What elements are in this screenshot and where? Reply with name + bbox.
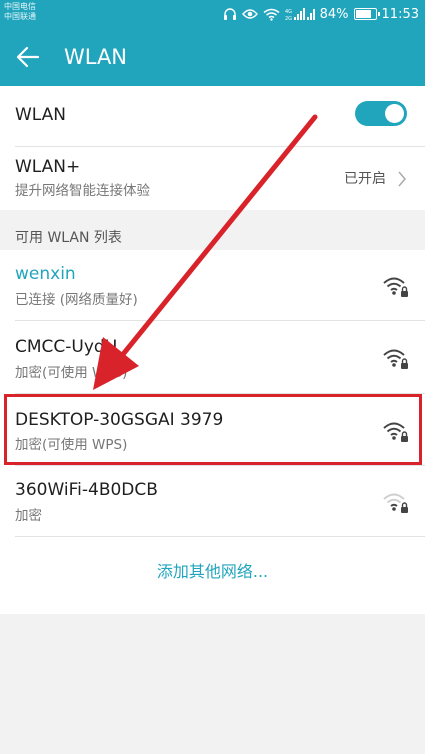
status-time: 11:53	[381, 6, 419, 22]
add-network-button[interactable]: 添加其他网络...	[0, 562, 425, 582]
signal-icon: 4G 2G	[285, 7, 315, 21]
wlan-plus-title: WLAN+	[15, 157, 81, 177]
status-icons: 4G 2G 84% 11:53	[223, 5, 419, 23]
network-item-360wifi[interactable]: 360WiFi-4B0DCB 加密	[0, 466, 425, 536]
app-header: 中国电信 中国联通 4G 2G 84% 11:53 WLAN	[0, 0, 425, 86]
network-item-wenxin[interactable]: wenxin 已连接 (网络质量好)	[0, 250, 425, 320]
battery-level	[355, 10, 372, 18]
switch-knob	[385, 104, 404, 123]
network-name: wenxin	[15, 264, 76, 284]
wifi-locked-icon	[383, 277, 408, 297]
wlan-toggle-label: WLAN	[15, 105, 67, 125]
wifi-locked-icon	[383, 349, 408, 369]
network-name: 360WiFi-4B0DCB	[15, 480, 158, 500]
status-bar: 中国电信 中国联通 4G 2G 84% 11:53	[0, 0, 425, 28]
wifi-weak-locked-icon	[383, 493, 408, 513]
network-status: 加密(可使用 WPS)	[15, 365, 128, 381]
network-name: CMCC-UydU	[15, 337, 118, 357]
battery-percent: 84%	[319, 6, 349, 22]
chevron-right-icon	[398, 171, 406, 187]
carrier-1: 中国电信	[4, 2, 36, 11]
divider	[15, 536, 425, 537]
back-arrow-icon[interactable]	[14, 43, 42, 71]
network-status: 已连接 (网络质量好)	[15, 292, 138, 308]
svg-text:2G: 2G	[285, 16, 292, 21]
svg-text:4G: 4G	[285, 9, 292, 15]
wifi-status-icon	[263, 8, 280, 21]
page-title: WLAN	[64, 45, 128, 69]
wlan-switch[interactable]	[355, 101, 407, 126]
network-item-cmcc[interactable]: CMCC-UydU 加密(可使用 WPS)	[0, 321, 425, 393]
battery-icon	[353, 8, 380, 20]
wlan-plus-subtitle: 提升网络智能连接体验	[15, 183, 150, 199]
network-status: 加密	[15, 508, 42, 524]
carrier-2: 中国联通	[4, 12, 36, 21]
section-header: 可用 WLAN 列表	[15, 230, 122, 246]
highlight-box	[4, 394, 422, 465]
wlan-plus-status: 已开启	[344, 171, 386, 187]
carrier-info: 中国电信 中国联通	[4, 2, 36, 22]
eye-icon	[241, 9, 258, 19]
headset-icon	[223, 8, 236, 20]
